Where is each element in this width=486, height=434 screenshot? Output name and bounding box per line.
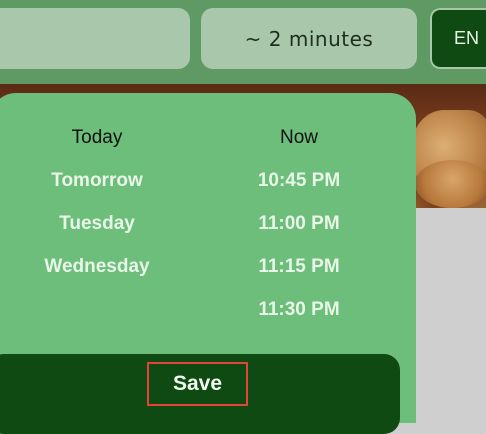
time-option[interactable]: 11:00 PM — [214, 213, 384, 235]
time-option-now[interactable]: Now — [214, 127, 384, 149]
day-option[interactable]: Tomorrow — [12, 170, 182, 192]
food-photo-pastry-2 — [415, 160, 486, 208]
day-option[interactable]: Tuesday — [12, 213, 182, 235]
language-button[interactable]: EN — [430, 8, 486, 69]
save-label: Save — [172, 372, 223, 395]
top-header: ~ 2 minutes EN — [0, 0, 486, 84]
day-option-today[interactable]: Today — [12, 127, 182, 149]
time-option[interactable]: 11:15 PM — [214, 256, 384, 278]
eta-label: ~ 2 minutes — [244, 26, 374, 51]
language-label: EN — [454, 28, 480, 48]
time-option[interactable]: 10:45 PM — [214, 170, 384, 192]
search-field[interactable] — [0, 8, 190, 69]
save-button[interactable]: Save — [147, 362, 248, 406]
time-option[interactable]: 11:30 PM — [214, 299, 384, 321]
day-option[interactable]: Wednesday — [12, 256, 182, 278]
eta-display[interactable]: ~ 2 minutes — [201, 8, 417, 69]
